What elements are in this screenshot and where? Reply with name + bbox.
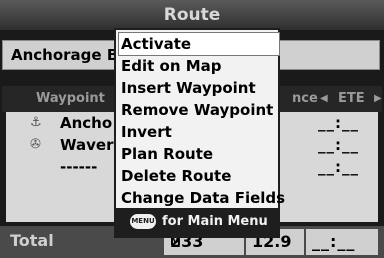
right-arrow-icon[interactable]: ▶ — [374, 86, 382, 112]
menu-item-delete-route[interactable]: Delete Route — [119, 165, 279, 187]
left-arrow-icon[interactable]: ◀ — [320, 86, 328, 112]
waypoint-eta: __:__ — [318, 136, 359, 154]
menu-item-edit-on-map[interactable]: Edit on Map — [119, 55, 279, 77]
waypoint-name: Waver — [60, 136, 114, 154]
column-waypoint-label: Waypoint — [36, 91, 105, 106]
menu-footer: MENU for Main Menu — [116, 208, 278, 236]
page-title: Route — [0, 0, 384, 30]
column-eta-label[interactable]: ETE — [338, 86, 365, 112]
waypoint-eta: __:__ — [318, 158, 359, 176]
route-screen: Route Anchorage B Waypoint nce ◀ ETE ▶ ⚓… — [0, 0, 384, 258]
menu-item-invert[interactable]: Invert — [119, 121, 279, 143]
menu-item-change-data-fields[interactable]: Change Data Fields — [119, 187, 285, 209]
options-menu: Activate Edit on Map Insert Waypoint Rem… — [114, 28, 285, 238]
menu-item-plan-route[interactable]: Plan Route — [119, 143, 279, 165]
column-distance-label[interactable]: nce — [292, 86, 318, 112]
waypoint-icon: ✇ — [30, 137, 41, 152]
total-eta: __:__ — [306, 229, 378, 255]
anchor-icon: ⚓ — [30, 115, 42, 130]
waypoint-eta: __:__ — [318, 114, 359, 132]
waypoint-name: ------ — [60, 158, 98, 176]
menu-hint-text: for Main Menu — [162, 214, 268, 229]
total-label: Total — [10, 231, 54, 250]
menu-item-activate[interactable]: Activate — [118, 32, 280, 56]
menu-key-icon: MENU — [130, 214, 156, 229]
menu-item-remove-waypoint[interactable]: Remove Waypoint — [119, 99, 279, 121]
menu-item-insert-waypoint[interactable]: Insert Waypoint — [119, 77, 279, 99]
waypoint-name: Ancho — [60, 114, 113, 132]
